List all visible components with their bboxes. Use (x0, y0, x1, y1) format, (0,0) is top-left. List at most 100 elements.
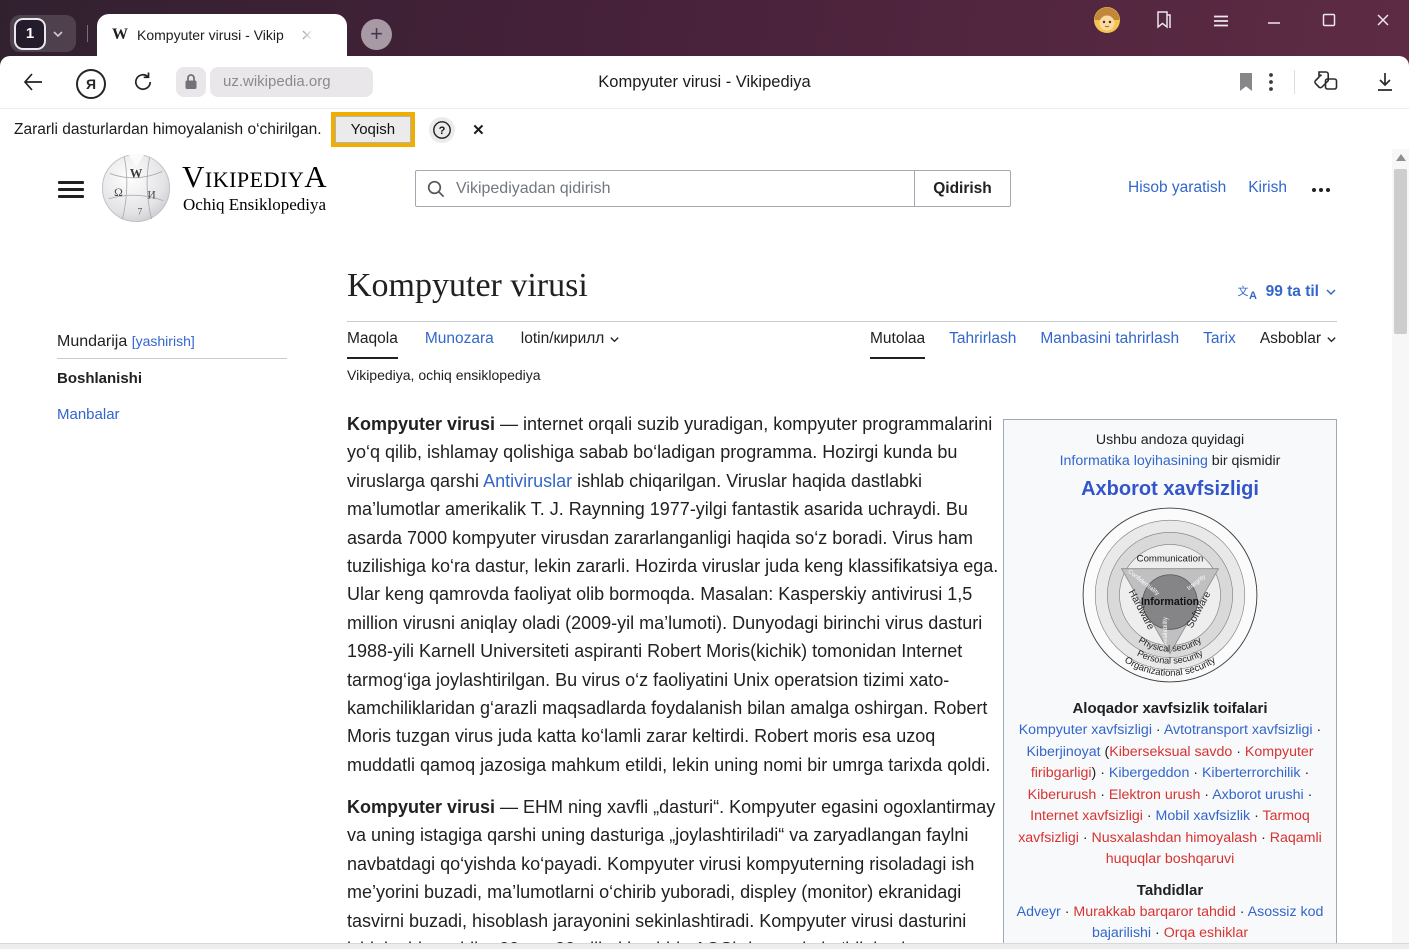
svg-text:Ω: Ω (114, 186, 123, 199)
text-segment: · (1061, 904, 1074, 920)
notification-close-icon[interactable]: ✕ (472, 121, 485, 139)
wiki-link[interactable]: Avtotransport xavfsizligi (1164, 722, 1313, 738)
maximize-button[interactable] (1320, 11, 1338, 29)
text-segment: · (1304, 787, 1313, 803)
new-tab-button[interactable]: + (361, 19, 392, 50)
information-security-diagram: Communication Hardware Software Confiden… (1079, 504, 1261, 692)
svg-text:И: И (147, 189, 156, 202)
wiki-link[interactable]: Kiberterrorchilik (1202, 765, 1301, 781)
tab-maqola[interactable]: Maqola (347, 330, 398, 359)
downloads-icon[interactable] (1374, 71, 1396, 93)
text-segment: · (1189, 765, 1202, 781)
informatika-project-link[interactable]: Informatika loyihasining (1060, 453, 1208, 469)
browser-tab-active[interactable]: W Kompyuter virusi - Vikip (97, 14, 347, 56)
wikipedia-globe-logo[interactable]: W Ω И 7 (100, 152, 172, 229)
wiki-link-missing[interactable]: Kiberurush (1028, 787, 1097, 803)
create-account-link[interactable]: Hisob yaratish (1128, 179, 1226, 197)
toolbar-divider (1294, 70, 1295, 94)
user-menu-icon[interactable] (1309, 179, 1330, 197)
search-input[interactable] (454, 179, 914, 199)
intro-rest: bir qismidir (1208, 453, 1281, 469)
more-options-icon[interactable] (1268, 72, 1274, 92)
wikipedia-favicon: W (112, 26, 128, 44)
chevron-down-icon[interactable] (49, 25, 67, 43)
wiki-link[interactable]: Mobil xavfsizlik (1156, 808, 1251, 824)
title-underline (347, 321, 1337, 322)
contents-label: Mundarija (57, 333, 127, 350)
wiki-link-missing[interactable]: Elektron urush (1109, 787, 1200, 803)
text-segment: · (1232, 744, 1245, 760)
wiki-link-missing[interactable]: Murakkab barqaror tahdid (1073, 904, 1235, 920)
toolbar-page-title: Kompyuter virusi - Vikipediya (0, 73, 1409, 92)
tab-variant-selector[interactable]: lotin/кирилл (521, 330, 621, 357)
text-segment: · (1257, 830, 1270, 846)
wiki-link[interactable]: Adveyr (1017, 904, 1061, 920)
tab-count-badge: 1 (14, 18, 46, 50)
text-segment: Kompyuter virusi (347, 797, 495, 817)
language-icon: 文 A (1238, 284, 1260, 301)
infobox-threat-links: Adveyr · Murakkab barqaror tahdid · Asos… (1011, 902, 1329, 945)
wiki-link[interactable]: Antiviruslar (483, 471, 572, 491)
tab-munozara[interactable]: Munozara (425, 330, 494, 357)
wiki-menu-icon[interactable] (58, 181, 84, 203)
text-segment: — EHM ning xavfli „dasturi“. Kompyuter e… (347, 797, 995, 949)
close-button[interactable] (1374, 11, 1392, 29)
wiki-wordmark[interactable]: VikipediyA (182, 159, 327, 195)
wiki-link[interactable]: Axborot urushi (1212, 787, 1303, 803)
wiki-link[interactable]: Kibergeddon (1109, 765, 1189, 781)
search-bar[interactable]: Qidirish (415, 170, 1011, 207)
svg-text:Information: Information (1141, 596, 1199, 608)
scroll-up-arrow[interactable] (1396, 154, 1406, 161)
text-segment: · (1151, 925, 1164, 941)
wiki-link-missing[interactable]: Kiberseksual savdo (1109, 744, 1232, 760)
chevron-down-icon (1325, 286, 1337, 298)
infobox-title-link[interactable]: Axborot xavfsizligi (1011, 476, 1329, 502)
text-segment: ishlab chiqarilgan. Viruslar haqida dast… (347, 471, 998, 775)
article-paragraph: Kompyuter virusi — EHM ning xavfli „dast… (347, 793, 1002, 949)
text-segment: · (1301, 765, 1310, 781)
sidebar-item-boshlanishi[interactable]: Boshlanishi (57, 370, 142, 387)
browser-toolbar: Я uz.wikipedia.org Kompyuter virusi - Vi… (0, 56, 1409, 108)
text-segment: · (1143, 808, 1156, 824)
scrollbar-thumb[interactable] (1394, 169, 1407, 334)
wiki-link-missing[interactable]: Nusxalashdan himoyalash (1092, 830, 1258, 846)
chevron-down-icon (1326, 334, 1337, 345)
text-segment: · (1152, 722, 1164, 738)
chevron-down-icon (609, 334, 620, 345)
language-count-label: 99 ta til (1266, 283, 1319, 301)
language-selector[interactable]: 文 A 99 ta til (1238, 283, 1337, 301)
wiki-link-missing[interactable]: Internet xavfsizligi (1030, 808, 1143, 824)
profile-avatar[interactable] (1093, 6, 1121, 34)
text-segment: ) · (1092, 765, 1109, 781)
bookmark-star-icon[interactable] (1236, 71, 1256, 93)
login-link[interactable]: Kirish (1248, 179, 1287, 197)
bookmarks-panel-icon[interactable] (1152, 8, 1176, 32)
tab-manbasini-tahrirlash[interactable]: Manbasini tahrirlash (1040, 330, 1179, 357)
browser-menu-icon[interactable] (1210, 12, 1232, 30)
text-segment: · (1236, 904, 1248, 920)
vertical-scrollbar[interactable] (1392, 149, 1409, 949)
svg-text:?: ? (439, 125, 446, 137)
enable-protection-button[interactable]: Yoqish (335, 116, 412, 143)
text-segment: · (1250, 808, 1262, 824)
tab-counter[interactable]: 1 (10, 15, 76, 52)
tab-tahrirlash[interactable]: Tahrirlash (949, 330, 1016, 357)
collections-tag-icon[interactable] (1312, 69, 1340, 95)
text-segment: · (1200, 787, 1212, 803)
titlebar-divider (87, 25, 88, 42)
svg-text:A: A (1249, 290, 1257, 301)
browser-window: 1 W Kompyuter virusi - Vikip + (0, 0, 1409, 949)
minimize-button[interactable] (1265, 11, 1283, 29)
hide-contents-link[interactable]: [yashirish] (132, 333, 195, 349)
search-button[interactable]: Qidirish (914, 171, 1010, 206)
sidebar-item-manbalar[interactable]: Manbalar (57, 406, 120, 423)
variant-label: lotin/кирилл (521, 330, 605, 348)
wiki-link-missing[interactable]: Orqa eshiklar (1164, 925, 1248, 941)
tab-asboblar[interactable]: Asboblar (1260, 330, 1337, 357)
wiki-link[interactable]: Kiberjinoyat (1026, 744, 1100, 760)
help-icon[interactable]: ? (429, 117, 455, 143)
tab-mutolaa[interactable]: Mutolaa (870, 330, 925, 359)
svg-text:W: W (130, 166, 143, 180)
wiki-link[interactable]: Kompyuter xavfsizligi (1019, 722, 1152, 738)
tab-tarix[interactable]: Tarix (1203, 330, 1236, 357)
